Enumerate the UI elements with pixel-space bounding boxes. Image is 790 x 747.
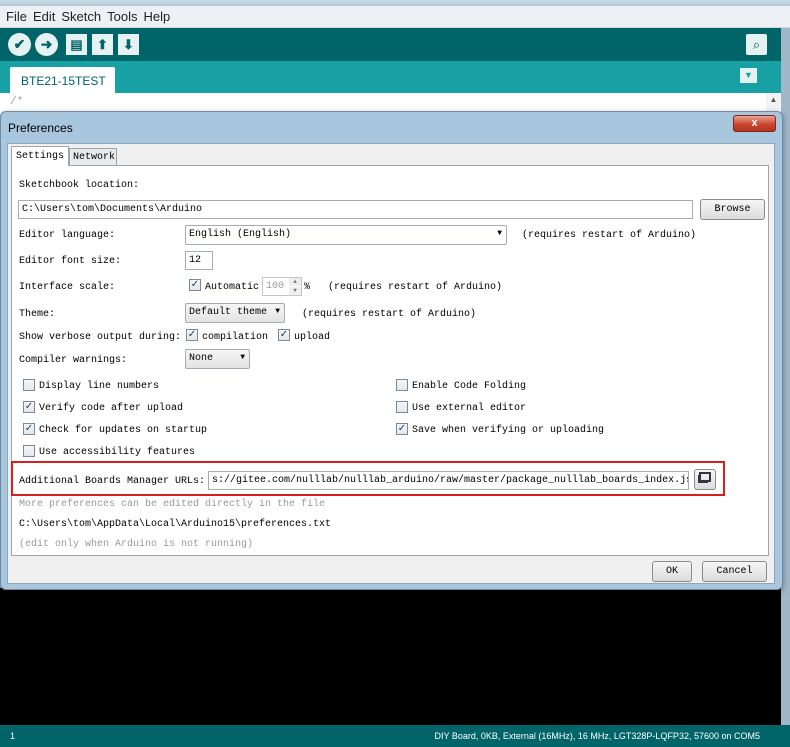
prefs-file-path: C:\Users\tom\AppData\Local\Arduino15\pre… [19, 519, 332, 530]
scroll-up-icon: ▲ [769, 95, 778, 104]
down-arrow-icon: ⬇ [123, 36, 134, 52]
theme-label: Theme: [19, 309, 56, 320]
tab-menu-button[interactable]: ▼ [740, 68, 757, 83]
status-board-info: DIY Board, 0KB, External (16MHz), 16 MHz… [434, 731, 760, 741]
close-button[interactable]: x [733, 115, 776, 132]
sketchbook-location-input[interactable]: C:\Users\tom\Documents\Arduino [18, 200, 693, 219]
menu-bar: File Edit Sketch Tools Help [0, 6, 790, 28]
spin-down-icon[interactable]: ▼ [289, 287, 301, 295]
menu-sketch[interactable]: Sketch [58, 6, 104, 24]
editor-first-line: /* [10, 96, 24, 108]
save-sketch-button[interactable]: ⬇ [118, 34, 139, 55]
more-prefs-note: More preferences can be edited directly … [19, 499, 326, 510]
scale-spinner[interactable]: 100 ▲ ▼ [262, 277, 302, 296]
status-bar: 1 DIY Board, 0KB, External (16MHz), 16 M… [0, 725, 790, 747]
font-size-input[interactable]: 12 [185, 251, 213, 270]
settings-panel: Sketchbook location: C:\Users\tom\Docume… [11, 165, 769, 556]
dialog-body: Settings Network Sketchbook location: C:… [7, 143, 775, 584]
menu-tools[interactable]: Tools [104, 6, 140, 24]
save-on-verify-checkbox[interactable]: ✓ [396, 423, 408, 435]
new-sketch-button[interactable]: ▤ [66, 34, 87, 55]
theme-value: Default theme [189, 307, 268, 318]
menu-edit[interactable]: Edit [30, 6, 58, 24]
accessibility-checkbox[interactable] [23, 445, 35, 457]
cancel-button[interactable]: Cancel [702, 561, 767, 582]
serial-monitor-button[interactable]: ⌕ [746, 34, 767, 55]
code-folding-label: Enable Code Folding [412, 381, 527, 392]
verbose-label: Show verbose output during: [19, 332, 182, 343]
sketchbook-label: Sketchbook location: [19, 180, 140, 191]
close-icon: x [751, 117, 758, 129]
font-size-label: Editor font size: [19, 256, 122, 267]
urls-highlight-box [11, 461, 725, 496]
console-output [0, 588, 781, 725]
spin-up-icon[interactable]: ▲ [289, 278, 301, 286]
code-folding-checkbox[interactable] [396, 379, 408, 391]
chevron-down-icon: ▼ [744, 70, 753, 80]
verify-after-upload-checkbox[interactable]: ✓ [23, 401, 35, 413]
theme-select[interactable]: Default theme ▼ [185, 303, 285, 323]
verbose-compilation-label: compilation [202, 332, 269, 343]
tab-network[interactable]: Network [69, 148, 117, 166]
browse-button[interactable]: Browse [700, 199, 765, 220]
accessibility-label: Use accessibility features [39, 447, 196, 458]
upload-button[interactable]: ➜ [35, 33, 58, 56]
compiler-warnings-label: Compiler warnings: [19, 355, 128, 366]
automatic-scale-checkbox[interactable]: ✓ [189, 279, 201, 291]
automatic-scale-label: Automatic [205, 282, 260, 293]
edit-when-closed-note: (edit only when Arduino is not running) [19, 539, 254, 550]
new-file-icon: ▤ [70, 36, 83, 52]
save-on-verify-label: Save when verifying or uploading [412, 425, 605, 436]
language-label: Editor language: [19, 230, 116, 241]
check-updates-label: Check for updates on startup [39, 425, 208, 436]
sketch-tab-bar: BTE21-15TEST ▼ [0, 61, 781, 93]
compiler-warnings-select[interactable]: None ▼ [185, 349, 250, 369]
toolbar: ✔ ➜ ▤ ⬆ ⬇ ⌕ [0, 28, 781, 61]
verify-after-upload-label: Verify code after upload [39, 403, 184, 414]
chevron-down-icon: ▼ [240, 353, 245, 362]
menu-help[interactable]: Help [140, 6, 173, 24]
right-arrow-icon: ➜ [40, 36, 53, 52]
dialog-title: Preferences [8, 121, 73, 135]
up-arrow-icon: ⬆ [97, 36, 108, 52]
open-sketch-button[interactable]: ⬆ [92, 34, 113, 55]
verbose-compilation-checkbox[interactable]: ✓ [186, 329, 198, 341]
verify-button[interactable]: ✔ [8, 33, 31, 56]
language-restart-note: (requires restart of Arduino) [522, 230, 697, 241]
check-updates-checkbox[interactable]: ✓ [23, 423, 35, 435]
interface-scale-label: Interface scale: [19, 282, 116, 293]
scale-restart-note: (requires restart of Arduino) [328, 282, 503, 293]
language-select[interactable]: English (English) ▼ [185, 225, 507, 245]
compiler-warnings-value: None [189, 353, 214, 364]
scale-percent: % [304, 282, 311, 293]
language-value: English (English) [189, 229, 292, 240]
menu-file[interactable]: File [0, 6, 30, 24]
magnifier-icon: ⌕ [752, 36, 761, 52]
display-line-numbers-label: Display line numbers [39, 381, 160, 392]
theme-restart-note: (requires restart of Arduino) [302, 309, 477, 320]
tab-settings[interactable]: Settings [11, 146, 69, 166]
status-line-number: 1 [10, 731, 16, 741]
verbose-upload-checkbox[interactable]: ✓ [278, 329, 290, 341]
external-editor-checkbox[interactable] [396, 401, 408, 413]
sketch-tab[interactable]: BTE21-15TEST [10, 67, 115, 93]
scale-value: 100 [266, 281, 285, 292]
verbose-upload-label: upload [294, 332, 331, 343]
checkmark-icon: ✔ [13, 36, 26, 52]
chevron-down-icon: ▼ [275, 307, 280, 316]
preferences-dialog: Preferences x Settings Network Sketchboo… [0, 111, 783, 590]
ok-button[interactable]: OK [652, 561, 692, 582]
chevron-down-icon: ▼ [497, 229, 502, 238]
external-editor-label: Use external editor [412, 403, 527, 414]
display-line-numbers-checkbox[interactable] [23, 379, 35, 391]
